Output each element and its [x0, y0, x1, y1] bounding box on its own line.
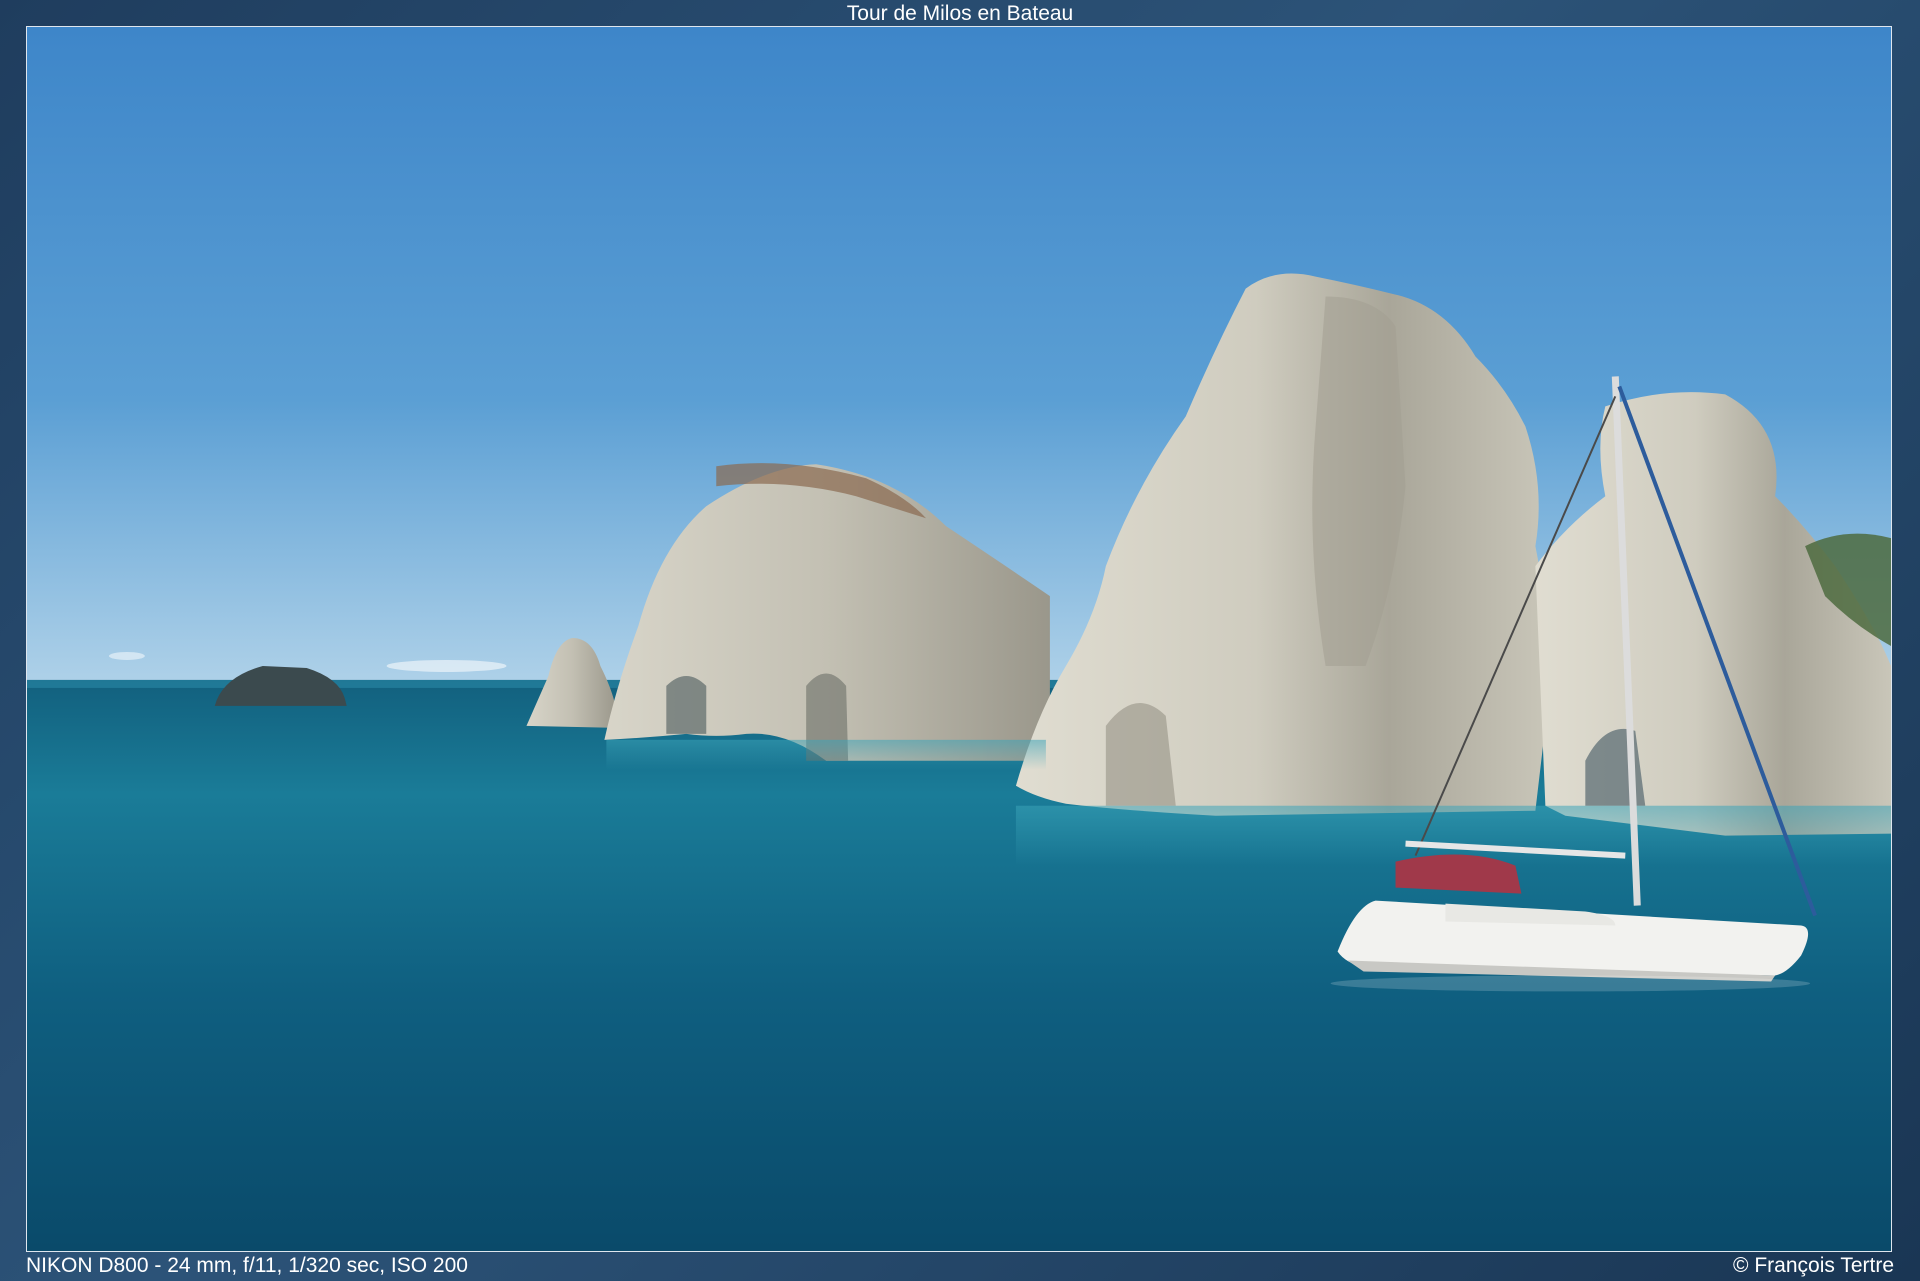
photo-image [27, 27, 1891, 1251]
exif-caption: NIKON D800 - 24 mm, f/11, 1/320 sec, ISO… [26, 1254, 468, 1277]
photo-title: Tour de Milos en Bateau [846, 2, 1074, 25]
copyright-caption: © François Tertre [1733, 1254, 1894, 1277]
photo [26, 26, 1892, 1252]
